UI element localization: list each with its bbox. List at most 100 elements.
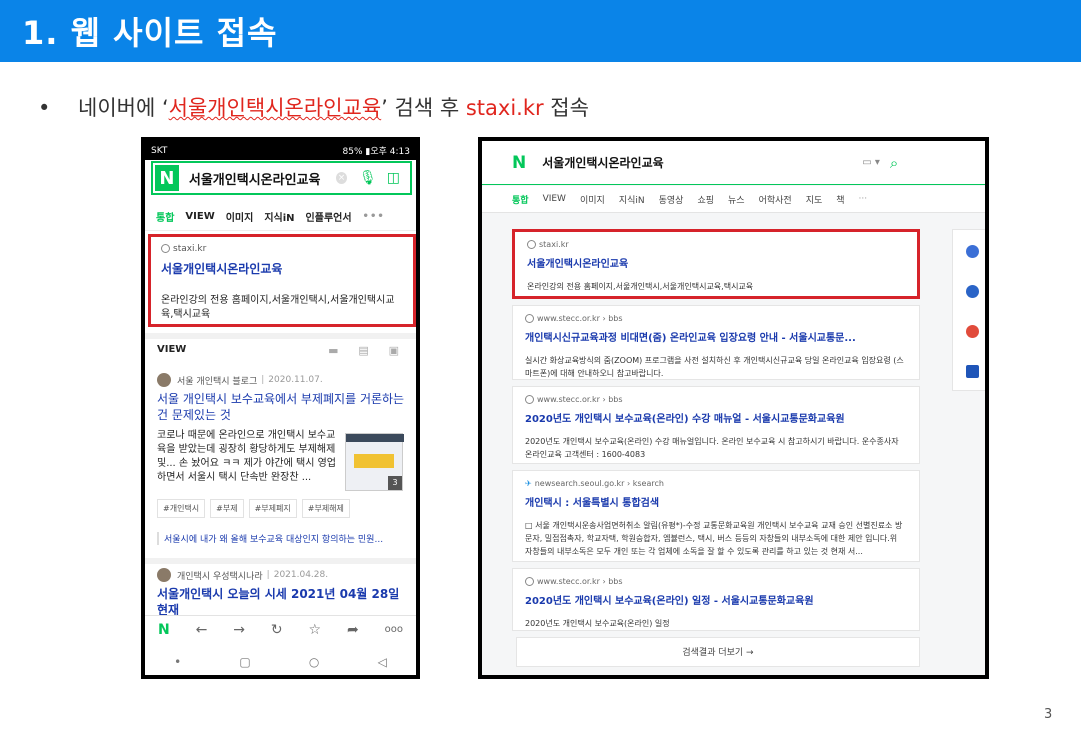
- blog-meta: 개인택시 우성택시나라 | 2021.04.28.: [157, 568, 409, 582]
- status-right: 85% ▮오후 4:13: [342, 147, 410, 157]
- result-title-link[interactable]: 개인택시신규교육과정 비대면(줌) 온라인교육 입장요령 안내 - 서울시교통문…: [525, 329, 907, 344]
- menu-dot-icon[interactable]: •: [174, 655, 181, 669]
- instruction-prefix: 네이버에 ‘: [78, 96, 169, 120]
- blog-result-2[interactable]: 개인택시 우성택시나라 | 2021.04.28. 서울개인택시 오늘의 시세 …: [157, 568, 409, 618]
- tab-integrated[interactable]: 통합: [156, 209, 174, 224]
- naver-home-icon[interactable]: N: [158, 622, 170, 638]
- search-result[interactable]: www.stecc.or.kr › bbs 2020년도 개인택시 보수교육(온…: [512, 568, 920, 631]
- mobile-search-tabs: 통합 VIEW 이미지 지식iN 인플루언서 •••: [145, 203, 416, 231]
- tab-books[interactable]: 책: [836, 193, 844, 206]
- system-back-icon[interactable]: ◁: [378, 655, 387, 669]
- result-title-link[interactable]: 2020년도 개인택시 보수교육(온라인) 수강 매뉴얼 - 서울시교통문화교육…: [525, 410, 907, 425]
- clear-icon[interactable]: ×: [335, 172, 347, 184]
- forward-icon[interactable]: →: [233, 622, 245, 638]
- instruction-keyword: 서울개인택시온라인교육: [168, 96, 382, 120]
- tab-kin[interactable]: 지식iN: [619, 193, 645, 206]
- refresh-icon[interactable]: ↻: [271, 622, 283, 638]
- thumb-highlight: [354, 454, 394, 468]
- view-layout-icons[interactable]: ▬ ▤ ▣: [328, 344, 407, 357]
- section-divider: [145, 558, 416, 564]
- result-title-link[interactable]: 2020년도 개인택시 보수교육(온라인) 일정 - 서울시교통문화교육원: [525, 592, 907, 607]
- mobile-search-box[interactable]: N 서울개인택시온라인교육 × 🎙 ◫: [151, 161, 412, 195]
- more-icon[interactable]: ooo: [385, 624, 403, 635]
- result-site: www.stecc.or.kr › bbs: [525, 395, 907, 404]
- blog-result-1[interactable]: 서울 개인택시 블로그 | 2020.11.07. 서울 개인택시 보수교육에서…: [157, 373, 409, 545]
- tab-shopping[interactable]: 쇼핑: [697, 193, 714, 206]
- tag[interactable]: #부제: [210, 499, 244, 518]
- search-icon[interactable]: ⌕: [890, 154, 898, 172]
- result-site: staxi.kr: [527, 240, 905, 249]
- globe-icon: [525, 395, 534, 404]
- home-icon[interactable]: [966, 365, 979, 378]
- keyboard-icon[interactable]: ▭ ▾: [862, 157, 880, 168]
- tab-view[interactable]: VIEW: [543, 194, 566, 204]
- tab-dictionary[interactable]: 어학사전: [759, 193, 792, 206]
- meta-separator: |: [266, 570, 270, 580]
- tag[interactable]: #개인택시: [157, 499, 206, 518]
- navigation-icon[interactable]: [966, 245, 979, 258]
- status-carrier: SKT: [151, 145, 168, 156]
- blog-author: 개인택시 우성택시나라: [177, 571, 263, 582]
- camera-icon[interactable]: ◫: [387, 170, 400, 186]
- search-result[interactable]: www.stecc.or.kr › bbs 개인택시신규교육과정 비대면(줌) …: [512, 305, 920, 380]
- avatar: [157, 568, 171, 582]
- desktop-search-bar: N 서울개인택시온라인교육 ▭ ▾ ⌕: [482, 141, 985, 185]
- meta-separator: |: [261, 375, 265, 385]
- share-icon[interactable]: ➦: [347, 622, 359, 638]
- tab-view[interactable]: VIEW: [185, 211, 214, 222]
- tab-map[interactable]: 지도: [806, 193, 823, 206]
- mic-icon[interactable]: 🎙: [359, 170, 377, 186]
- tabs-more-icon[interactable]: ···: [859, 194, 868, 204]
- more-results-button[interactable]: 검색결과 더보기 →: [516, 637, 920, 667]
- system-nav-bar: • ▢ ○ ◁: [145, 647, 416, 675]
- location-pin-icon[interactable]: [966, 285, 979, 298]
- desktop-top-result-highlighted[interactable]: staxi.kr 서울개인택시온라인교육 온라인강의 전용 홈페이지,서울개인택…: [512, 229, 920, 299]
- tab-news[interactable]: 뉴스: [728, 193, 745, 206]
- tab-integrated[interactable]: 통합: [512, 193, 529, 206]
- tab-video[interactable]: 동영상: [659, 193, 684, 206]
- blog-author: 서울 개인택시 블로그: [177, 376, 258, 387]
- desktop-screenshot: N 서울개인택시온라인교육 ▭ ▾ ⌕ 통합 VIEW 이미지 지식iN 동영상…: [478, 137, 989, 679]
- blog-title-link[interactable]: 서울 개인택시 보수교육에서 부제폐지를 거론하는 건 문제있는 것: [157, 391, 409, 423]
- result-description: 온라인강의 전용 홈페이지,서울개인택시,서울개인택시교육,택시교육: [527, 282, 754, 291]
- tab-images[interactable]: 이미지: [226, 209, 254, 224]
- blog-thumbnail[interactable]: 3: [345, 433, 404, 491]
- blog-body: 코로나 때문에 온라인으로 개인택시 보수교육을 받았는데 굉장히 황당하게도 …: [157, 429, 409, 491]
- bookmark-icon[interactable]: ☆: [309, 622, 322, 638]
- tab-kin[interactable]: 지식iN: [264, 209, 294, 224]
- tab-influencer[interactable]: 인플루언서: [306, 209, 352, 224]
- tag[interactable]: #부제해제: [301, 499, 350, 518]
- seoul-logo-icon: ✈: [525, 479, 532, 488]
- result-title-link[interactable]: 서울개인택시온라인교육: [527, 255, 905, 270]
- globe-icon: [161, 244, 170, 253]
- blog-title-link[interactable]: 서울개인택시 오늘의 시세 2021년 04월 28일 현재: [157, 586, 409, 618]
- blog-date: 2021.04.28.: [273, 570, 329, 580]
- result-description: 온라인강의 전용 홈페이지,서울개인택시,서울개인택시교육,택시교육: [161, 295, 395, 320]
- desktop-search-input[interactable]: 서울개인택시온라인교육: [542, 154, 862, 171]
- search-result[interactable]: www.stecc.or.kr › bbs 2020년도 개인택시 보수교육(온…: [512, 386, 920, 464]
- result-title-link[interactable]: 서울개인택시온라인교육: [161, 260, 403, 277]
- result-description: □ 서울 개인택시운송사업면허취소 알림(유평*)-수정 교통문화교육원 개인택…: [525, 521, 903, 556]
- result-title-link[interactable]: 개인택시 : 서울특별시 통합검색: [525, 494, 907, 509]
- blog-meta: 서울 개인택시 블로그 | 2020.11.07.: [157, 373, 409, 387]
- mobile-top-result-highlighted[interactable]: staxi.kr 서울개인택시온라인교육 온라인강의 전용 홈페이지,서울개인택…: [148, 234, 416, 327]
- thumb-header: [346, 434, 404, 442]
- tabs-more-icon[interactable]: •••: [363, 211, 385, 222]
- ox-quiz-icon[interactable]: [966, 325, 979, 338]
- recents-icon[interactable]: ▢: [239, 655, 250, 669]
- naver-logo[interactable]: N: [155, 165, 179, 191]
- related-post-link[interactable]: 서울시에 내가 왜 올해 보수교육 대상인지 항의하는 민원...: [157, 532, 409, 545]
- instruction-line: • 네이버에 ‘서울개인택시온라인교육’ 검색 후 staxi.kr 접속: [38, 92, 589, 122]
- avatar: [157, 373, 171, 387]
- mobile-search-input[interactable]: 서울개인택시온라인교육: [189, 169, 336, 188]
- tab-images[interactable]: 이미지: [580, 193, 605, 206]
- tag[interactable]: #부제폐지: [248, 499, 297, 518]
- result-site: staxi.kr: [161, 244, 403, 254]
- page-number: 3: [1044, 707, 1053, 722]
- back-icon[interactable]: ←: [196, 622, 208, 638]
- blog-tags: #개인택시 #부제 #부제폐지 #부제해제: [157, 499, 409, 518]
- home-button-icon[interactable]: ○: [309, 655, 319, 669]
- search-result[interactable]: ✈ newsearch.seoul.go.kr › ksearch 개인택시 : …: [512, 470, 920, 562]
- naver-logo[interactable]: N: [512, 153, 526, 173]
- blog-snippet: 코로나 때문에 온라인으로 개인택시 보수교육을 받았는데 굉장히 황당하게도 …: [157, 430, 336, 483]
